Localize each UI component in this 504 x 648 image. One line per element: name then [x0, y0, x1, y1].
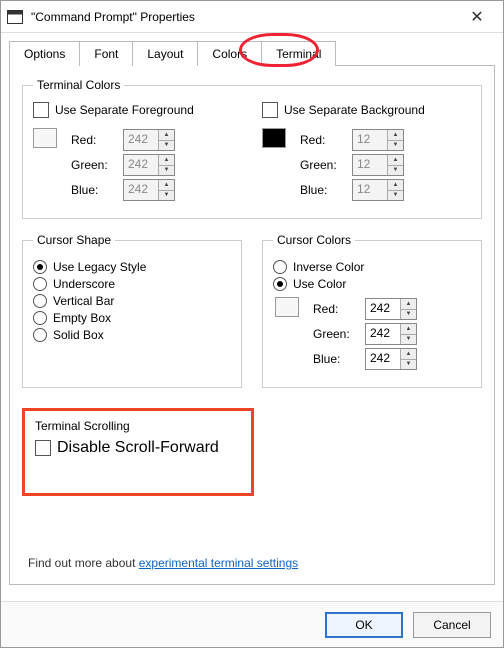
tab-options[interactable]: Options	[9, 41, 80, 66]
group-terminal-scrolling: Terminal Scrolling Disable Scroll-Forwar…	[22, 408, 254, 496]
titlebar: "Command Prompt" Properties ✕	[1, 1, 503, 33]
tab-strip: Options Font Layout Colors Terminal	[9, 41, 495, 66]
label-fg-red: Red:	[71, 133, 123, 147]
label-inverse-color: Inverse Color	[293, 260, 364, 274]
radio-vertical-bar[interactable]	[33, 294, 47, 308]
cmd-icon	[7, 10, 23, 24]
chevron-down-icon[interactable]: ▼	[388, 140, 403, 151]
cancel-button[interactable]: Cancel	[413, 612, 491, 638]
label-fg-green: Green:	[71, 158, 123, 172]
legend-cursor-colors: Cursor Colors	[273, 233, 355, 247]
chevron-down-icon[interactable]: ▼	[388, 165, 403, 176]
chevron-down-icon[interactable]: ▼	[401, 359, 416, 370]
tab-colors[interactable]: Colors	[197, 41, 262, 66]
legend-cursor-shape: Cursor Shape	[33, 233, 115, 247]
chevron-up-icon[interactable]: ▲	[159, 130, 174, 140]
label-legacy-style: Use Legacy Style	[53, 260, 146, 274]
chevron-down-icon[interactable]: ▼	[388, 190, 403, 201]
label-separate-bg: Use Separate Background	[284, 103, 425, 117]
terminal-colors-bg: Use Separate Background Red: 12▲▼ Green:…	[262, 102, 471, 204]
label-solid-box: Solid Box	[53, 328, 104, 342]
label-bg-green: Green:	[300, 158, 352, 172]
label-underscore: Underscore	[53, 277, 115, 291]
label-bg-blue: Blue:	[300, 183, 352, 197]
label-cursor-green: Green:	[313, 327, 365, 341]
radio-underscore[interactable]	[33, 277, 47, 291]
radio-solid-box[interactable]	[33, 328, 47, 342]
chevron-up-icon[interactable]: ▲	[388, 180, 403, 190]
label-cursor-red: Red:	[313, 302, 365, 316]
chevron-up-icon[interactable]: ▲	[401, 349, 416, 359]
field-fg-blue[interactable]: 242▲▼	[123, 179, 175, 201]
label-fg-blue: Blue:	[71, 183, 123, 197]
properties-dialog: "Command Prompt" Properties ✕ Options Fo…	[0, 0, 504, 648]
chevron-down-icon[interactable]: ▼	[159, 190, 174, 201]
dialog-content: Options Font Layout Colors Terminal Term…	[1, 33, 503, 601]
label-bg-red: Red:	[300, 133, 352, 147]
radio-use-color[interactable]	[273, 277, 287, 291]
field-fg-red[interactable]: 242▲▼	[123, 129, 175, 151]
group-cursor-colors: Cursor Colors Inverse Color Use Color Re…	[262, 233, 482, 388]
link-prefix: Find out more about	[28, 556, 139, 570]
legend-terminal-colors: Terminal Colors	[33, 78, 124, 92]
close-icon[interactable]: ✕	[457, 1, 497, 32]
swatch-cursor	[275, 297, 299, 317]
group-terminal-colors: Terminal Colors Use Separate Foreground …	[22, 78, 482, 219]
checkbox-disable-scroll-forward[interactable]	[35, 440, 51, 456]
checkbox-separate-fg[interactable]	[33, 102, 49, 118]
chevron-down-icon[interactable]: ▼	[401, 309, 416, 320]
terminal-colors-fg: Use Separate Foreground Red: 242▲▼ Green…	[33, 102, 242, 204]
tab-terminal[interactable]: Terminal	[261, 41, 336, 66]
chevron-up-icon[interactable]: ▲	[401, 324, 416, 334]
field-cursor-red[interactable]: 242▲▼	[365, 298, 417, 320]
radio-empty-box[interactable]	[33, 311, 47, 325]
tab-font[interactable]: Font	[79, 41, 133, 66]
chevron-down-icon[interactable]: ▼	[159, 165, 174, 176]
radio-legacy-style[interactable]	[33, 260, 47, 274]
experimental-link-row: Find out more about experimental termina…	[28, 556, 298, 570]
chevron-down-icon[interactable]: ▼	[159, 140, 174, 151]
label-separate-fg: Use Separate Foreground	[55, 103, 194, 117]
tab-layout[interactable]: Layout	[132, 41, 198, 66]
chevron-up-icon[interactable]: ▲	[401, 299, 416, 309]
group-cursor-shape: Cursor Shape Use Legacy Style Underscore…	[22, 233, 242, 388]
ok-button[interactable]: OK	[325, 612, 403, 638]
dialog-buttons: OK Cancel	[1, 601, 503, 647]
field-bg-red[interactable]: 12▲▼	[352, 129, 404, 151]
chevron-down-icon[interactable]: ▼	[401, 334, 416, 345]
radio-inverse-color[interactable]	[273, 260, 287, 274]
chevron-up-icon[interactable]: ▲	[159, 180, 174, 190]
window-title: "Command Prompt" Properties	[31, 10, 457, 24]
chevron-up-icon[interactable]: ▲	[159, 155, 174, 165]
legend-terminal-scrolling: Terminal Scrolling	[35, 419, 241, 433]
field-cursor-green[interactable]: 242▲▼	[365, 323, 417, 345]
label-empty-box: Empty Box	[53, 311, 111, 325]
field-bg-green[interactable]: 12▲▼	[352, 154, 404, 176]
link-experimental-settings[interactable]: experimental terminal settings	[139, 556, 298, 570]
checkbox-separate-bg[interactable]	[262, 102, 278, 118]
field-bg-blue[interactable]: 12▲▼	[352, 179, 404, 201]
label-disable-scroll-forward: Disable Scroll-Forward	[57, 439, 219, 457]
chevron-up-icon[interactable]: ▲	[388, 130, 403, 140]
field-cursor-blue[interactable]: 242▲▼	[365, 348, 417, 370]
swatch-bg	[262, 128, 286, 148]
label-vertical-bar: Vertical Bar	[53, 294, 114, 308]
chevron-up-icon[interactable]: ▲	[388, 155, 403, 165]
swatch-fg	[33, 128, 57, 148]
label-cursor-blue: Blue:	[313, 352, 365, 366]
field-fg-green[interactable]: 242▲▼	[123, 154, 175, 176]
label-use-color: Use Color	[293, 277, 346, 291]
tab-panel-terminal: Terminal Colors Use Separate Foreground …	[9, 65, 495, 585]
